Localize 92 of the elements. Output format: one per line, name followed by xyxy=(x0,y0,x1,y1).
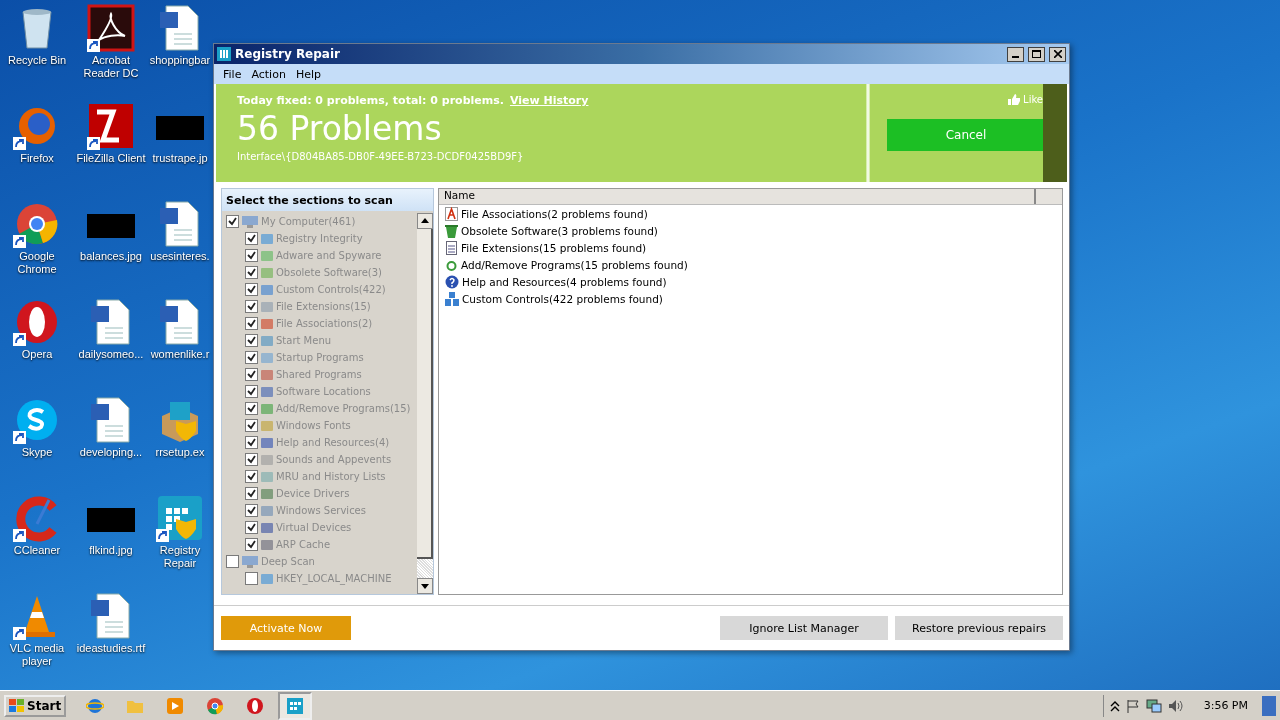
desktop-icon-label[interactable]: Firefox xyxy=(20,152,54,165)
thumbs-up-icon xyxy=(1008,94,1021,105)
desktop-icon-label[interactable]: VLC media player xyxy=(0,642,74,668)
section-icon xyxy=(260,520,274,535)
footer-button[interactable]: Restore previous repairs xyxy=(895,616,1063,640)
close-icon xyxy=(1053,50,1062,58)
result-item[interactable]: File Extensions(15 problems found) xyxy=(461,241,647,254)
cancel-button[interactable]: Cancel xyxy=(887,119,1045,151)
section-icon xyxy=(260,367,274,382)
desktop-icon-label[interactable]: dailysomeo... xyxy=(78,348,144,361)
desktop-icon-label[interactable]: usesinteres. xyxy=(150,250,210,263)
menu-item[interactable]: Action xyxy=(246,67,291,81)
windows-logo-icon xyxy=(9,698,25,713)
desktop-icon-label[interactable]: FileZilla Client xyxy=(76,152,146,165)
section-icon xyxy=(260,316,274,331)
registry-repair-icon xyxy=(156,494,204,542)
check-icon xyxy=(228,217,237,226)
opera-icon xyxy=(246,696,265,715)
result-item[interactable]: File Associations(2 problems found) xyxy=(461,207,648,220)
desktop-icon-label[interactable]: flkind.jpg xyxy=(89,544,133,557)
maximize-icon xyxy=(1032,50,1041,58)
blocks-icon xyxy=(445,291,459,306)
section-icon xyxy=(260,282,274,297)
desktop-icon-label[interactable]: Google Chrome xyxy=(0,250,74,276)
panel-title: Select the sections to scan xyxy=(222,189,433,211)
registry-repair-icon xyxy=(286,696,305,715)
close-button[interactable] xyxy=(1049,46,1066,62)
section-icon xyxy=(260,537,274,552)
section-icon xyxy=(260,571,274,586)
computer-icon xyxy=(241,554,259,569)
speaker-icon[interactable] xyxy=(1167,698,1184,713)
section-icon xyxy=(260,265,274,280)
minimize-button[interactable] xyxy=(1007,46,1024,62)
section-icon xyxy=(260,503,274,518)
section-icon xyxy=(260,231,274,246)
desktop-icon-label[interactable]: CCleaner xyxy=(13,544,61,557)
status-text: Today fixed: 0 problems, total: 0 problems. xyxy=(237,94,504,107)
desktop-icon-label[interactable]: womenlike.r xyxy=(150,348,210,361)
desktop-icon-label[interactable]: rrsetup.ex xyxy=(155,446,205,459)
result-item[interactable]: Custom Controls(422 problems found) xyxy=(462,292,663,305)
desktop-icon-label[interactable]: shoppingbar xyxy=(149,54,211,67)
menu-item[interactable]: Help xyxy=(290,67,326,81)
desktop-icon-label[interactable]: trustrape.jp xyxy=(152,152,208,165)
desktop-icon-label[interactable]: Skype xyxy=(21,446,53,459)
section-icon xyxy=(260,469,274,484)
maximize-button[interactable] xyxy=(1028,46,1045,62)
problem-count: 56 Problems xyxy=(237,109,443,149)
internet-explorer-icon xyxy=(86,696,105,715)
result-item[interactable]: Add/Remove Programs(15 problems found) xyxy=(461,258,688,271)
help-icon xyxy=(445,274,459,289)
scroll-down-icon[interactable] xyxy=(417,578,433,594)
desktop-icon-label[interactable]: developing... xyxy=(79,446,143,459)
result-item[interactable]: Help and Resources(4 problems found) xyxy=(462,275,667,288)
flag-icon[interactable] xyxy=(1125,698,1140,713)
section-icon xyxy=(260,435,274,450)
scroll-up-icon[interactable] xyxy=(417,213,433,229)
menu-item[interactable]: File xyxy=(218,67,247,81)
result-item[interactable]: Obsolete Software(3 problems found) xyxy=(461,224,658,237)
filezilla-icon xyxy=(87,102,135,150)
letter-a-icon xyxy=(445,206,458,221)
desktop-icon-label[interactable]: Opera xyxy=(21,348,53,361)
section-icon xyxy=(260,350,274,365)
network-icon[interactable] xyxy=(1145,698,1162,713)
show-desktop-button[interactable] xyxy=(1262,695,1276,716)
section-icon xyxy=(260,333,274,348)
computer-icon xyxy=(241,214,259,229)
desktop-icon-label[interactable]: ideastudies.rtf xyxy=(76,642,146,655)
start-button[interactable]: Start xyxy=(4,694,67,717)
window-title: Registry Repair xyxy=(235,47,341,61)
clock[interactable]: 3:56 PM xyxy=(1203,699,1248,712)
activate-now-button[interactable]: Activate Now xyxy=(221,616,351,640)
section-icon xyxy=(260,452,274,467)
chrome-icon xyxy=(206,696,225,715)
scan-item-path: Interface\{D804BA85-DB0F-49EE-B723-DCDF0425BD9F} xyxy=(237,151,525,162)
app-icon xyxy=(217,47,231,61)
section-icon xyxy=(260,384,274,399)
acrobat-icon xyxy=(87,4,135,52)
chevron-up-icon[interactable] xyxy=(1109,699,1120,712)
document-icon xyxy=(445,240,458,255)
section-icon xyxy=(260,401,274,416)
section-icon xyxy=(260,299,274,314)
section-icon xyxy=(260,418,274,433)
desktop-icon-label[interactable]: Registry Repair xyxy=(148,544,212,570)
desktop-icon-label[interactable]: Recycle Bin xyxy=(7,54,67,67)
desktop-icon-label[interactable]: balances.jpg xyxy=(80,250,142,263)
section-icon xyxy=(260,248,274,263)
taskbar-app[interactable] xyxy=(278,691,313,720)
trash-bin-icon xyxy=(445,223,458,238)
media-player-icon xyxy=(166,696,185,715)
footer-button[interactable]: Ignore List Manager xyxy=(720,616,888,640)
desktop-icon-label[interactable]: Acrobat Reader DC xyxy=(74,54,148,80)
section-icon xyxy=(260,486,274,501)
